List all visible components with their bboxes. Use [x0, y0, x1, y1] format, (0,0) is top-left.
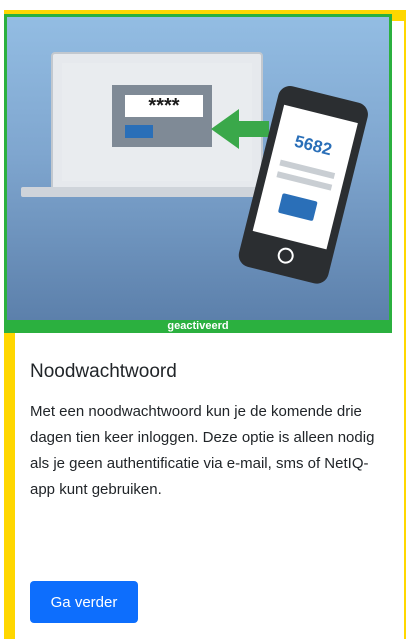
continue-button[interactable]: Ga verder — [30, 581, 138, 623]
card-description: Met een noodwachtwoord kun je de komende… — [30, 403, 375, 498]
card-title: Noodwachtwoord — [30, 361, 177, 382]
status-badge: geactiveerd — [4, 320, 392, 333]
laptop-password-text: **** — [148, 95, 179, 117]
hero-illustration: **** 5682 — [4, 14, 392, 320]
